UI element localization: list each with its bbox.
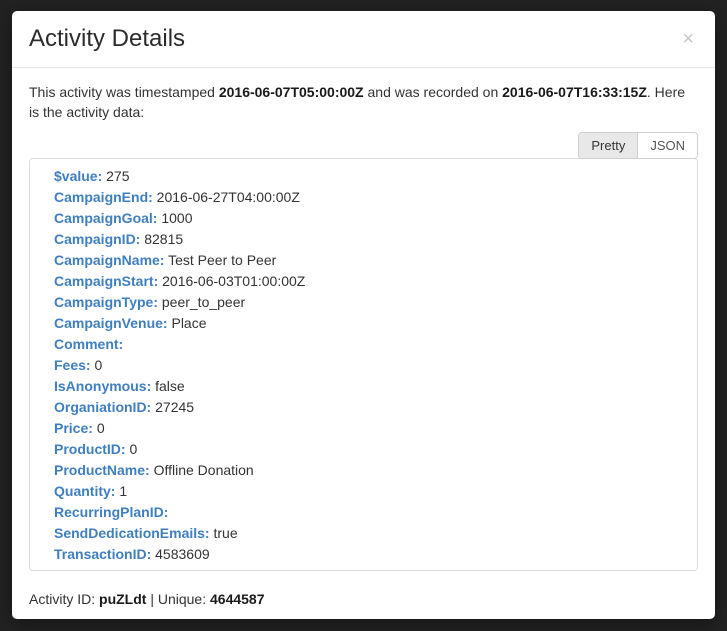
- activity-details-modal: Activity Details × This activity was tim…: [12, 11, 715, 619]
- data-key: CampaignGoal:: [54, 210, 157, 226]
- data-key: CampaignName:: [54, 252, 164, 268]
- data-row: $value: 275: [54, 166, 673, 187]
- toggle-json-button[interactable]: JSON: [637, 133, 697, 158]
- data-value: Place: [171, 315, 206, 331]
- data-key: CampaignID:: [54, 231, 140, 247]
- data-value: 27245: [155, 399, 194, 415]
- data-row: Price: 0: [54, 418, 673, 439]
- modal-title: Activity Details: [29, 25, 185, 53]
- data-value: 1: [119, 483, 127, 499]
- data-value: 4583609: [155, 546, 210, 562]
- data-value: Offline Donation: [154, 462, 254, 478]
- data-row: ProductID: 0: [54, 439, 673, 460]
- data-row: CampaignStart: 2016-06-03T01:00:00Z: [54, 271, 673, 292]
- intro-text: This activity was timestamped 2016-06-07…: [29, 82, 698, 123]
- data-key: Quantity:: [54, 483, 115, 499]
- data-key: CampaignVenue:: [54, 315, 168, 331]
- data-key: ProductID:: [54, 441, 126, 457]
- data-key: TransactionID:: [54, 546, 151, 562]
- modal-header: Activity Details ×: [12, 11, 715, 68]
- footer-unique: 4644587: [210, 591, 265, 607]
- data-key: RecurringPlanID:: [54, 504, 168, 520]
- data-value: offline_donation: [94, 567, 193, 571]
- data-value: 275: [106, 168, 129, 184]
- footer-activity-id: puZLdt: [99, 591, 146, 607]
- data-row: CampaignName: Test Peer to Peer: [54, 250, 673, 271]
- modal-body: This activity was timestamped 2016-06-07…: [12, 68, 715, 581]
- intro-recorded: 2016-06-07T16:33:15Z: [502, 84, 647, 100]
- data-key: OrganiationID:: [54, 399, 151, 415]
- data-row: CampaignID: 82815: [54, 229, 673, 250]
- data-value: 1000: [161, 210, 192, 226]
- footer-label: Activity ID:: [29, 591, 99, 607]
- close-icon[interactable]: ×: [678, 27, 698, 51]
- intro-timestamp: 2016-06-07T05:00:00Z: [219, 84, 364, 100]
- data-value: false: [155, 378, 185, 394]
- data-row: CampaignEnd: 2016-06-27T04:00:00Z: [54, 187, 673, 208]
- data-row: CampaignType: peer_to_peer: [54, 292, 673, 313]
- data-key: $value:: [54, 168, 102, 184]
- data-key: CampaignType:: [54, 294, 158, 310]
- data-value: 2016-06-03T01:00:00Z: [162, 273, 305, 289]
- data-row: Quantity: 1: [54, 481, 673, 502]
- data-key: Price:: [54, 420, 93, 436]
- data-value: peer_to_peer: [162, 294, 245, 310]
- data-value: Test Peer to Peer: [168, 252, 276, 268]
- data-key: IsAnonymous:: [54, 378, 151, 394]
- data-value: 82815: [144, 231, 183, 247]
- data-key: Fees:: [54, 357, 91, 373]
- intro-mid: and was recorded on: [364, 84, 503, 100]
- data-row: OrganiationID: 27245: [54, 397, 673, 418]
- modal-footer: Activity ID: puZLdt | Unique: 4644587: [12, 581, 715, 619]
- data-value: 0: [94, 357, 102, 373]
- data-value: true: [213, 525, 237, 541]
- data-row: IsAnonymous: false: [54, 376, 673, 397]
- data-value: 2016-06-27T04:00:00Z: [157, 189, 300, 205]
- data-row: RecurringPlanID:: [54, 502, 673, 523]
- data-row: Comment:: [54, 334, 673, 355]
- data-row: ProductName: Offline Donation: [54, 460, 673, 481]
- data-key: CampaignStart:: [54, 273, 158, 289]
- data-value: 0: [97, 420, 105, 436]
- data-row: TransactionID: 4583609: [54, 544, 673, 565]
- data-row: Type: offline_donation: [54, 565, 673, 571]
- footer-sep: | Unique:: [146, 591, 210, 607]
- data-value: 0: [129, 441, 137, 457]
- data-row: SendDedicationEmails: true: [54, 523, 673, 544]
- activity-data-box[interactable]: $value: 275CampaignEnd: 2016-06-27T04:00…: [29, 158, 698, 571]
- view-toggle-row: Pretty JSON: [29, 131, 698, 158]
- data-key: Comment:: [54, 336, 123, 352]
- data-key: SendDedicationEmails:: [54, 525, 210, 541]
- toggle-pretty-button[interactable]: Pretty: [579, 133, 637, 158]
- data-row: CampaignVenue: Place: [54, 313, 673, 334]
- intro-prefix: This activity was timestamped: [29, 84, 219, 100]
- view-toggle-group: Pretty JSON: [578, 132, 698, 159]
- data-key: CampaignEnd:: [54, 189, 153, 205]
- data-row: Fees: 0: [54, 355, 673, 376]
- data-key: Type:: [54, 567, 90, 571]
- data-key: ProductName:: [54, 462, 150, 478]
- data-row: CampaignGoal: 1000: [54, 208, 673, 229]
